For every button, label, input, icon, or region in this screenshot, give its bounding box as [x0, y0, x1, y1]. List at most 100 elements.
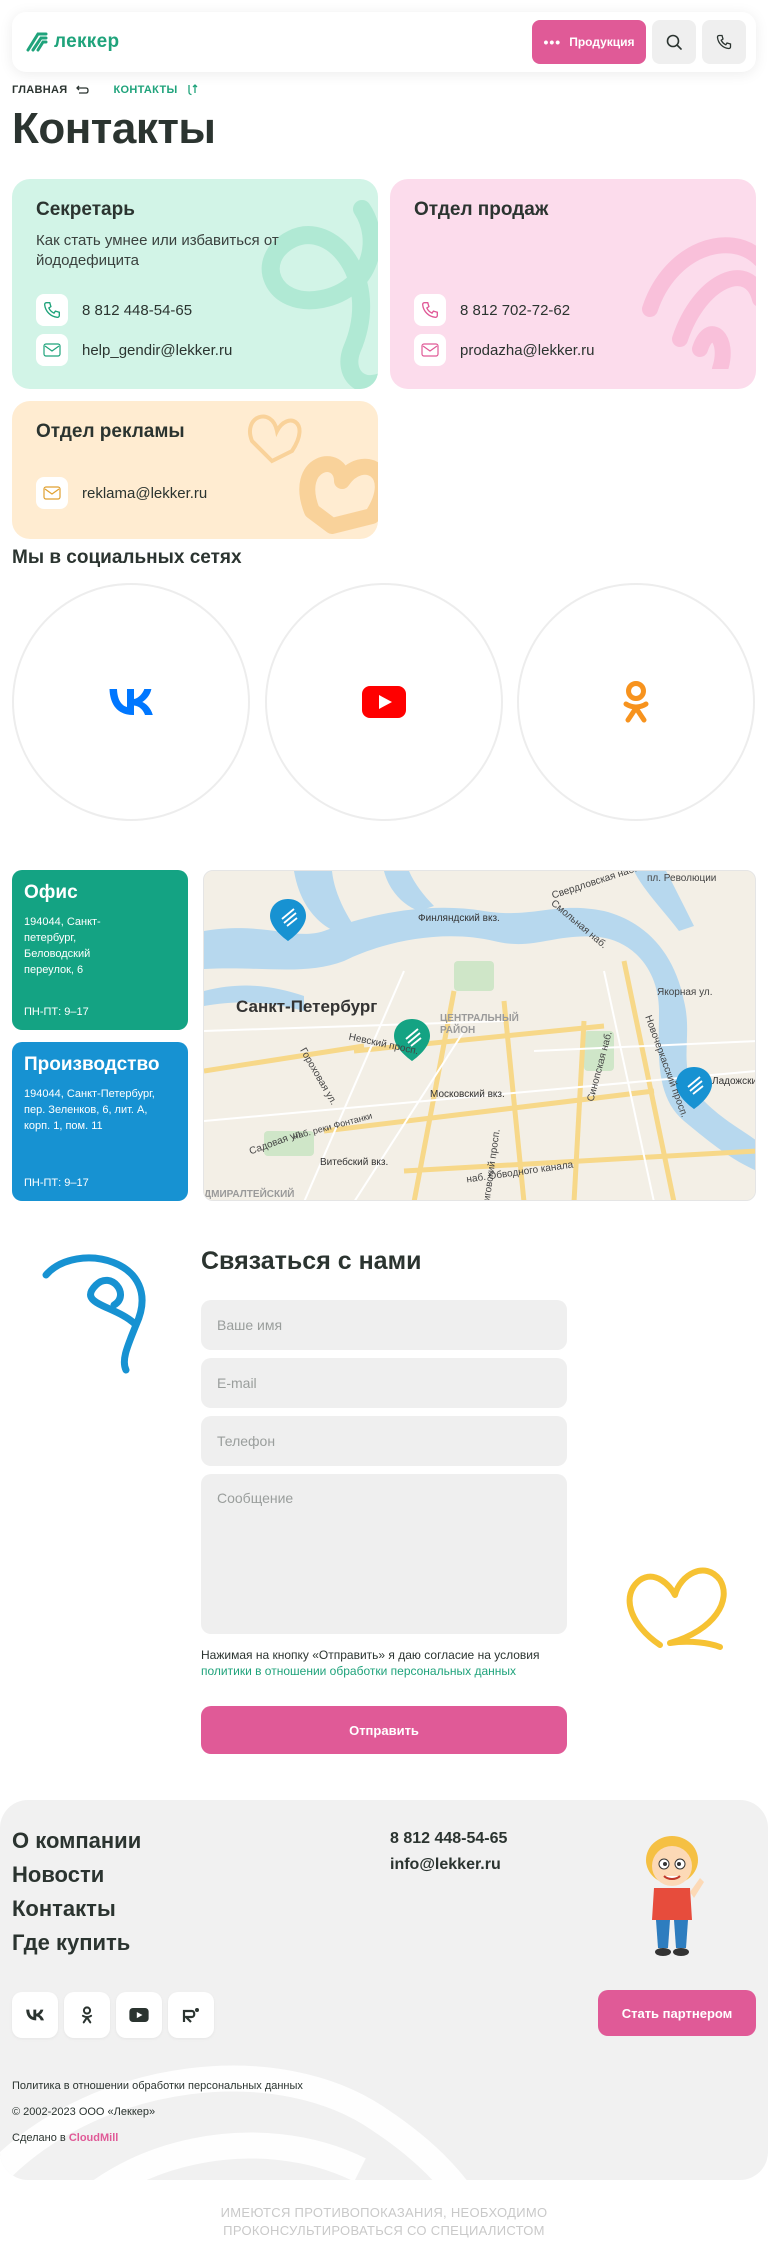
form-title: Связаться с нами: [201, 1247, 422, 1275]
mascot-boy-illustration: [646, 1836, 704, 1956]
location-production: Производство 194044, Санкт-Петербург, пе…: [12, 1042, 188, 1201]
card-title: Секретарь: [36, 199, 135, 220]
phone-icon: [36, 294, 68, 326]
footer-nav-news[interactable]: Новости: [12, 1862, 104, 1888]
mail-icon: [36, 334, 68, 366]
footer-nav-contacts[interactable]: Контакты: [12, 1896, 116, 1922]
youtube-icon: [362, 686, 406, 718]
phone-icon: [414, 294, 446, 326]
become-partner-button[interactable]: Стать партнером: [598, 1990, 756, 2036]
logo-icon: [26, 32, 48, 52]
footer-nav-about[interactable]: О компании: [12, 1828, 141, 1854]
submit-button[interactable]: Отправить: [201, 1706, 567, 1754]
footer-email[interactable]: info@lekker.ru: [390, 1856, 501, 1874]
site-header: леккер ••• Продукция: [12, 12, 756, 72]
youtube-icon: [129, 2008, 149, 2022]
location-address: 194044, Санкт-петербург, Беловодский пер…: [24, 916, 101, 976]
location-title: Производство: [24, 1054, 160, 1075]
logo[interactable]: леккер: [26, 31, 119, 53]
secretary-phone-row[interactable]: 8 812 448-54-65: [36, 294, 192, 326]
phone-icon: [716, 34, 732, 50]
contact-card-ads: Отдел рекламы reklama@lekker.ru: [12, 401, 378, 539]
card-title: Отдел рекламы: [36, 421, 185, 442]
products-button[interactable]: ••• Продукция: [532, 20, 646, 64]
name-input[interactable]: [201, 1300, 567, 1350]
city-map[interactable]: Санкт-Петербург Свердловская наб. пл. Ре…: [203, 870, 756, 1201]
vk-icon: [109, 689, 153, 715]
contact-card-secretary: Секретарь Как стать умнее или избавиться…: [12, 179, 378, 389]
odnoklassniki-icon: [81, 2006, 93, 2024]
swirl-decoration: [642, 237, 756, 369]
ads-email-row[interactable]: reklama@lekker.ru: [36, 477, 207, 509]
made-by-prefix: Сделано в: [12, 2132, 69, 2144]
map-label: Ладожски: [712, 1076, 756, 1087]
breadcrumb: ГЛАВНАЯ КОНТАКТЫ: [12, 84, 198, 96]
footer-ok-link[interactable]: [64, 1992, 110, 2038]
map-label: Московский вкз.: [430, 1089, 505, 1100]
cloudmill-link[interactable]: CloudMill: [69, 2132, 119, 2144]
site-footer: О компании Новости Контакты Где купить 8…: [0, 1800, 768, 2180]
sales-email: prodazha@lekker.ru: [460, 341, 595, 359]
swirl-decoration: [261, 200, 378, 389]
footer-nav-where-to-buy[interactable]: Где купить: [12, 1930, 130, 1956]
map-label: Якорная ул.: [657, 987, 713, 998]
warning-line: ИМЕЮТСЯ ПРОТИВОПОКАЗАНИЯ, НЕОБХОДИМО: [220, 2205, 548, 2220]
footer-rutube-link[interactable]: [168, 1992, 214, 2038]
social-vk-link[interactable]: [12, 583, 250, 821]
footer-made-by: Сделано в CloudMill: [12, 2132, 118, 2144]
footer-swirl-decoration: [0, 2065, 467, 2180]
phone-input[interactable]: [201, 1416, 567, 1466]
footer-policy-link[interactable]: Политика в отношении обработки персональ…: [12, 2080, 303, 2092]
social-title: Мы в социальных сетях: [12, 547, 242, 568]
products-label: Продукция: [569, 35, 635, 49]
footer-phone[interactable]: 8 812 448-54-65: [390, 1830, 507, 1848]
consent-label: Нажимая на кнопку «Отправить» я даю согл…: [201, 1648, 540, 1662]
page-title: Контакты: [12, 104, 216, 153]
map-city-label: Санкт-Петербург: [236, 997, 378, 1016]
privacy-policy-link[interactable]: политики в отношении обработки персональ…: [201, 1664, 516, 1678]
return-arrow-icon: [76, 85, 90, 94]
social-ok-link[interactable]: [517, 583, 755, 821]
message-input[interactable]: [201, 1474, 567, 1634]
dots-icon: •••: [543, 34, 562, 50]
secretary-phone: 8 812 448-54-65: [82, 301, 193, 319]
search-button[interactable]: [652, 20, 696, 64]
secretary-email: help_gendir@lekker.ru: [82, 341, 233, 359]
mail-icon: [36, 477, 68, 509]
footer-youtube-link[interactable]: [116, 1992, 162, 2038]
map-label: Финляндский вкз.: [418, 913, 500, 924]
card-subtitle: Как стать умнее или избавиться от йододе…: [36, 232, 279, 269]
breadcrumb-home[interactable]: ГЛАВНАЯ: [12, 84, 67, 96]
logo-text: леккер: [54, 31, 120, 52]
yellow-heart-decoration: [626, 1567, 727, 1650]
down-arrow-icon: [187, 84, 197, 96]
rutube-icon: [182, 2008, 199, 2023]
social-youtube-link[interactable]: [265, 583, 503, 821]
health-warning: ИМЕЮТСЯ ПРОТИВОПОКАЗАНИЯ, НЕОБХОДИМО ПРО…: [0, 2204, 768, 2240]
map-label: пл. Революции: [647, 873, 717, 884]
footer-vk-link[interactable]: [12, 1992, 58, 2038]
map-label: ЦЕНТРАЛЬНЫЙ РАЙОН: [440, 1013, 519, 1036]
footer-copyright: © 2002-2023 ООО «Леккер»: [12, 2106, 156, 2118]
sales-phone-row[interactable]: 8 812 702-72-62: [414, 294, 570, 326]
breadcrumb-current: КОНТАКТЫ: [113, 84, 178, 96]
ads-email: reklama@lekker.ru: [82, 484, 208, 502]
warning-line: ПРОКОНСУЛЬТИРОВАТЬСЯ СО СПЕЦИАЛИСТОМ: [223, 2223, 545, 2238]
secretary-email-row[interactable]: help_gendir@lekker.ru: [36, 334, 232, 366]
location-title: Офис: [24, 882, 78, 903]
contact-card-sales: Отдел продаж 8 812 702-72-62 prodazha@le…: [390, 179, 756, 389]
odnoklassniki-icon: [623, 681, 649, 723]
sales-phone: 8 812 702-72-62: [460, 301, 571, 319]
location-hours: ПН-ПТ: 9–17: [24, 1006, 89, 1018]
email-input[interactable]: [201, 1358, 567, 1408]
location-office: Офис 194044, Санкт-петербург, Беловодски…: [12, 870, 188, 1030]
location-hours: ПН-ПТ: 9–17: [24, 1177, 89, 1189]
card-title: Отдел продаж: [414, 199, 549, 220]
location-address: 194044, Санкт-Петербург, пер. Зеленков, …: [24, 1088, 155, 1132]
mail-icon: [414, 334, 446, 366]
phone-button[interactable]: [702, 20, 746, 64]
sales-email-row[interactable]: prodazha@lekker.ru: [414, 334, 594, 366]
map-label: ДМИРАЛТЕЙСКИЙ: [204, 1189, 295, 1200]
consent-text: Нажимая на кнопку «Отправить» я даю согл…: [201, 1647, 571, 1679]
vk-icon: [26, 2009, 44, 2021]
